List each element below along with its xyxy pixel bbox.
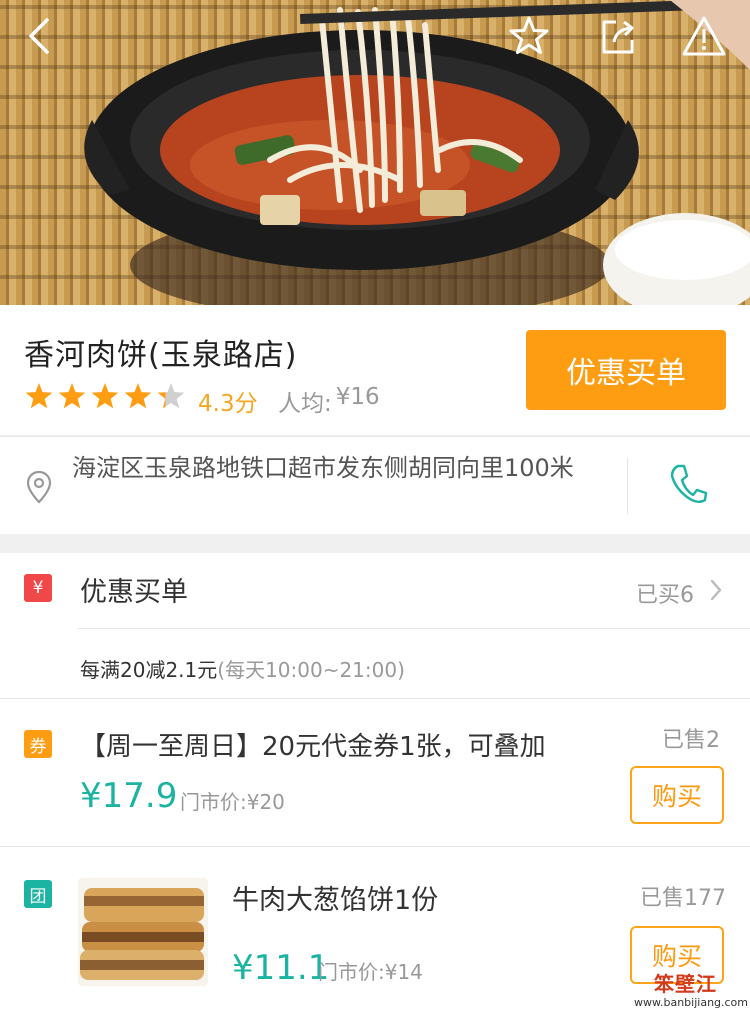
shop-address: 海淀区玉泉路地铁口超市发东侧胡同向里100米 — [72, 454, 574, 482]
discount-title[interactable]: 优惠买单 — [80, 570, 188, 609]
meat-pie-thumbnail[interactable] — [78, 878, 208, 986]
discount-sold-count: 已买6 — [636, 583, 694, 608]
voucher-title[interactable]: 【周一至周日】20元代金券1张，可叠加 — [80, 726, 546, 763]
chevron-right-icon[interactable] — [708, 578, 724, 602]
phone-icon[interactable] — [668, 462, 708, 506]
voucher-price: ¥17.9 — [80, 776, 178, 816]
divider — [627, 458, 628, 514]
discount-rule: 每满20减2.1元 (每天10:00~21:00) — [80, 654, 405, 683]
address-row[interactable] — [0, 436, 750, 534]
group-deal-sold-count: 已售177 — [640, 886, 726, 911]
shop-name: 香河肉饼(玉泉路店) — [24, 338, 298, 373]
favorite-star-icon[interactable] — [505, 12, 553, 60]
average-price: 人均: ¥16 — [278, 384, 380, 418]
hero-photo — [0, 0, 750, 305]
rating-star-icon — [124, 383, 152, 409]
divider — [0, 846, 750, 847]
voucher-tag-badge: 券 — [24, 730, 52, 758]
voucher-sold-count: 已售2 — [662, 728, 720, 753]
rating-star-icon — [25, 383, 53, 409]
watermark-url: www.banbijiang.com — [634, 996, 749, 1009]
rating-stars — [24, 382, 194, 412]
divider — [0, 698, 750, 699]
group-deal-title[interactable]: 牛肉大葱馅饼1份 — [232, 878, 438, 917]
discount-rule-time: (每天10:00~21:00) — [217, 658, 405, 682]
group-deal-market-price: 门市价:¥14 — [318, 960, 423, 984]
group-deal-tag-badge: 团 — [24, 880, 52, 908]
top-bar — [0, 0, 750, 80]
discount-pay-button[interactable]: 优惠买单 — [526, 330, 726, 410]
back-icon[interactable] — [16, 12, 64, 60]
rating-star-icon — [91, 383, 119, 409]
rating-star-icon — [157, 383, 185, 409]
divider — [78, 628, 750, 629]
discount-rule-text: 每满20减2.1元 — [80, 658, 218, 682]
average-price-label: 人均: — [278, 391, 332, 417]
group-deal-price: ¥11.1 — [232, 948, 330, 988]
report-warning-icon[interactable] — [680, 12, 728, 60]
average-price-value: ¥16 — [335, 384, 380, 410]
discount-tag-badge: ¥ — [24, 574, 52, 602]
location-pin-icon — [26, 470, 52, 504]
rating-star-icon — [58, 383, 86, 409]
watermark-logo-text: 笨壁江 — [654, 972, 717, 996]
voucher-market-price: 门市价:¥20 — [180, 790, 285, 814]
star-rating-icon — [25, 383, 185, 409]
share-icon[interactable] — [594, 12, 642, 60]
rating-score: 4.3分 — [198, 391, 258, 417]
voucher-buy-button[interactable]: 购买 — [630, 766, 724, 824]
